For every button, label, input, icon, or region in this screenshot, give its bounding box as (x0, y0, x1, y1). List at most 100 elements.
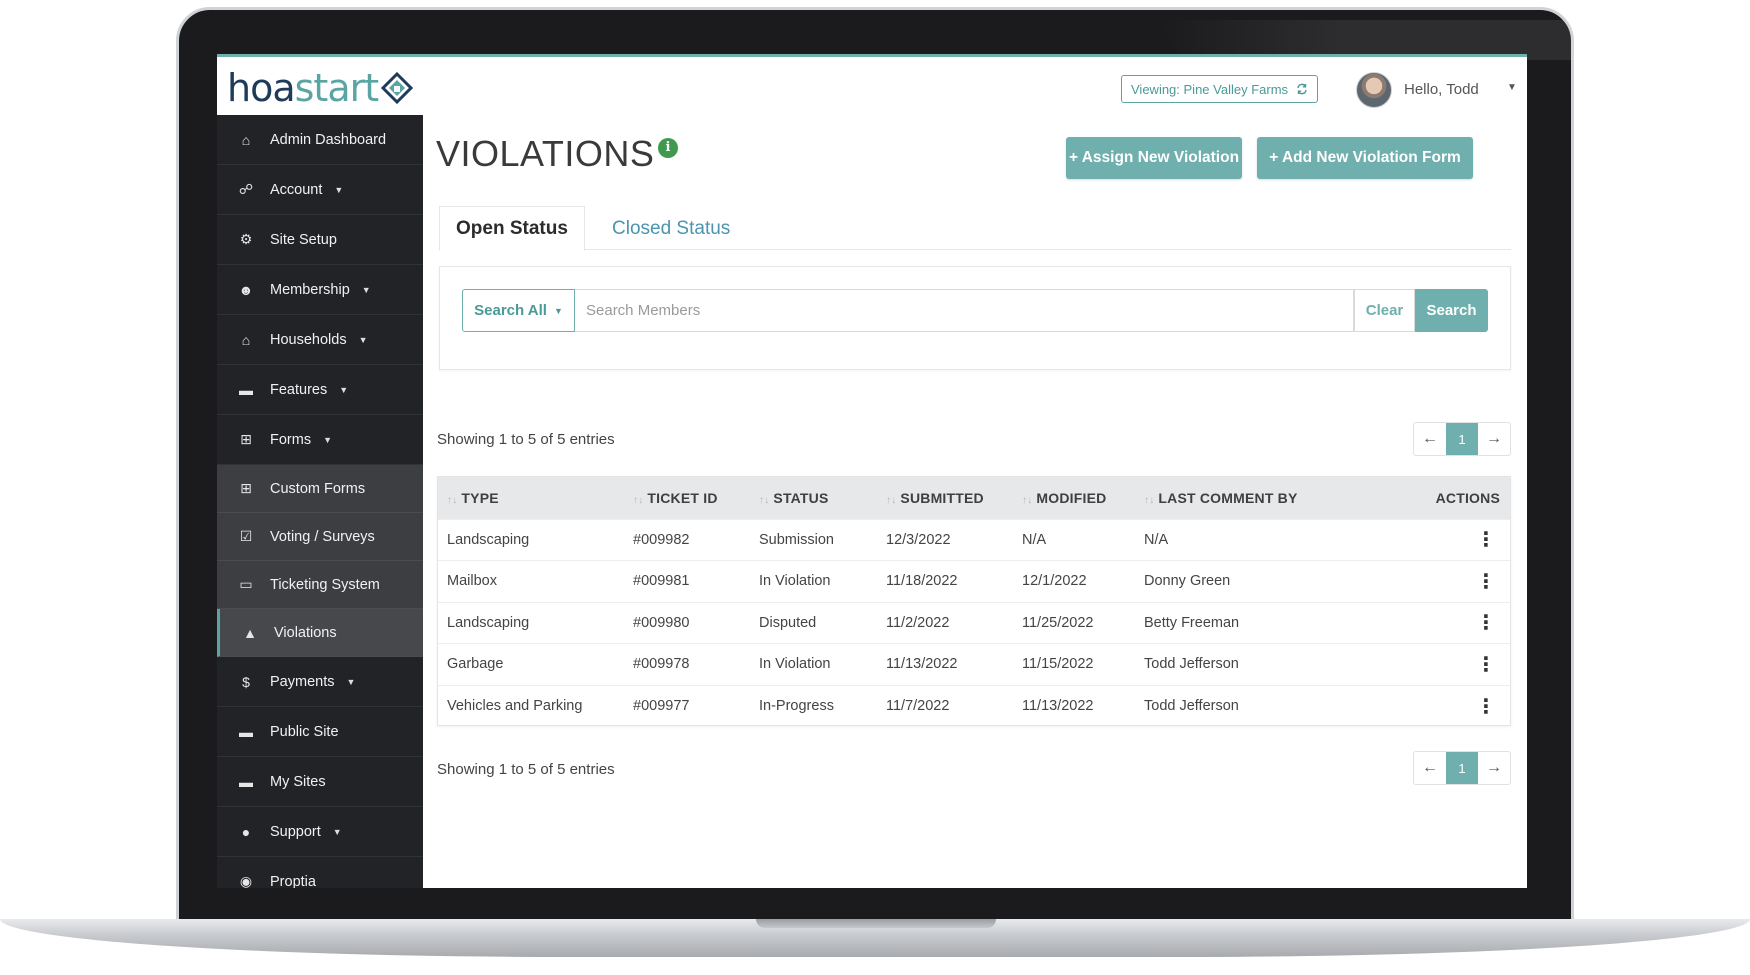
viewing-site-switcher[interactable]: Viewing: Pine Valley Farms (1121, 75, 1319, 103)
cell-status: In Violation (759, 656, 831, 673)
search-scope-dropdown[interactable]: Search All ▼ (462, 289, 575, 332)
home-icon: ⌂ (241, 331, 251, 348)
cell-status: In Violation (759, 573, 831, 590)
search-members-input[interactable] (575, 289, 1354, 332)
cell-type: Landscaping (447, 531, 530, 548)
window-icon: ▬ (239, 381, 253, 398)
cell-last-comment-by: Betty Freeman (1144, 614, 1240, 631)
info-icon[interactable]: i (658, 138, 678, 158)
laptop-notch (756, 919, 996, 928)
cell-modified: 11/15/2022 (1022, 656, 1094, 673)
prev-page-icon[interactable]: ← (1414, 752, 1446, 784)
page-number-current[interactable]: 1 (1446, 423, 1478, 455)
prev-page-icon[interactable]: ← (1414, 423, 1446, 455)
proptia-icon: ◉ (239, 873, 253, 888)
column-header-last-comment-by[interactable]: ↑↓ LAST COMMENT BY (1135, 477, 1345, 519)
user-greeting[interactable]: Hello, Todd (1404, 81, 1479, 98)
assign-new-violation-button[interactable]: + Assign New Violation (1066, 137, 1242, 179)
cell-modified: 11/25/2022 (1022, 614, 1094, 631)
next-page-icon[interactable]: → (1478, 423, 1510, 455)
clear-button[interactable]: Clear (1354, 289, 1415, 332)
warning-icon: ▲ (243, 624, 257, 641)
row-actions-kebab-icon[interactable]: ⋮ (1345, 685, 1510, 727)
tab-closed-status[interactable]: Closed Status (596, 206, 746, 251)
search-scope-label: Search All (474, 302, 547, 319)
cell-type: Vehicles and Parking (447, 698, 583, 714)
column-header-type[interactable]: ↑↓ TYPE (438, 477, 624, 519)
table-icon: ⊞ (240, 431, 252, 447)
table-row[interactable]: Vehicles and Parking #009977 In-Progress… (438, 685, 1510, 727)
column-header-submitted[interactable]: ↑↓ SUBMITTED (877, 477, 1013, 519)
search-button[interactable]: Search (1415, 289, 1488, 332)
row-actions-kebab-icon[interactable]: ⋮ (1345, 644, 1510, 686)
caret-down-icon: ▼ (339, 384, 349, 395)
sidebar-item-label: Public Site (270, 723, 339, 740)
sidebar-item-households[interactable]: ⌂ Households ▼ (217, 315, 423, 365)
table-icon: ⊞ (240, 480, 252, 496)
search-panel: Search All ▼ Clear Search (439, 266, 1511, 370)
table-row[interactable]: Landscaping #009982 Submission 12/3/2022… (438, 519, 1510, 561)
table-row[interactable]: Landscaping #009980 Disputed 11/2/2022 1… (438, 602, 1510, 644)
sort-icon: ↑↓ (1022, 494, 1033, 506)
cell-ticket-id: #009982 (633, 531, 690, 548)
table-row[interactable]: Mailbox #009981 In Violation 11/18/2022 … (438, 560, 1510, 603)
sidebar-item-label: Support (270, 823, 321, 840)
cell-last-comment-by: N/A (1144, 531, 1169, 548)
cell-type: Garbage (447, 656, 504, 673)
sidebar-item-payments[interactable]: $ Payments ▼ (217, 657, 423, 707)
sidebar-item-features[interactable]: ▬ Features ▼ (217, 365, 423, 415)
column-header-actions: ACTIONS (1435, 489, 1500, 506)
sidebar-item-label: Households (270, 331, 347, 348)
sort-asc-icon: ↑↓ (447, 494, 458, 506)
row-actions-kebab-icon[interactable]: ⋮ (1345, 519, 1510, 561)
column-header-status[interactable]: ↑↓ STATUS (750, 477, 877, 519)
cell-last-comment-by: Donny Green (1144, 573, 1231, 590)
sidebar-item-proptia[interactable]: ◉ Proptia (217, 857, 423, 888)
sidebar-item-label: Features (270, 381, 328, 398)
column-header-modified[interactable]: ↑↓ MODIFIED (1013, 477, 1135, 519)
pagination-top: ← 1 → (1413, 422, 1511, 456)
sidebar-item-membership[interactable]: ☻ Membership ▼ (217, 265, 423, 315)
chevron-down-icon[interactable]: ▼ (1507, 82, 1517, 93)
cell-status: In-Progress (759, 698, 834, 714)
window-icon: ▬ (239, 723, 253, 740)
sidebar-item-custom-forms[interactable]: ⊞ Custom Forms (217, 465, 423, 513)
dollar-icon: $ (242, 673, 250, 690)
add-new-violation-form-button[interactable]: + Add New Violation Form (1257, 137, 1473, 179)
sidebar-item-public-site[interactable]: ▬ Public Site (217, 707, 423, 757)
page-title: VIOLATIONS (436, 133, 655, 174)
sidebar-item-label: Proptia (270, 873, 316, 889)
sidebar-item-admin-dashboard[interactable]: ⌂ Admin Dashboard (217, 115, 423, 165)
info-icon: ● (241, 823, 251, 840)
sidebar-item-ticketing-system[interactable]: ▭ Ticketing System (217, 561, 423, 609)
sidebar-item-voting-surveys[interactable]: ☑ Voting / Surveys (217, 513, 423, 561)
gear-icon: ⚙ (239, 231, 253, 247)
column-header-ticket-id[interactable]: ↑↓ TICKET ID (624, 477, 750, 519)
cell-type: Mailbox (447, 573, 497, 590)
row-actions-kebab-icon[interactable]: ⋮ (1345, 602, 1510, 644)
sidebar-item-site-setup[interactable]: ⚙ Site Setup (217, 215, 423, 265)
cell-modified: 12/1/2022 (1022, 573, 1087, 590)
page-number-current[interactable]: 1 (1446, 752, 1478, 784)
sidebar-item-support[interactable]: ● Support ▼ (217, 807, 423, 857)
tab-open-status[interactable]: Open Status (439, 206, 585, 251)
table-row[interactable]: Garbage #009978 In Violation 11/13/2022 … (438, 643, 1510, 686)
caret-down-icon: ▼ (332, 826, 342, 837)
sidebar-item-my-sites[interactable]: ▬ My Sites (217, 757, 423, 807)
sidebar-item-violations[interactable]: ▲ Violations (217, 609, 423, 657)
logo-text: hoastart (227, 66, 379, 110)
status-tabs: Open Status Closed Status (439, 206, 1511, 251)
caret-down-icon: ▼ (358, 334, 368, 345)
hoastart-logo[interactable]: hoastart (227, 66, 414, 110)
sidebar-item-forms[interactable]: ⊞ Forms ▼ (217, 415, 423, 465)
users-icon: ☻ (238, 281, 254, 298)
next-page-icon[interactable]: → (1478, 752, 1510, 784)
sidebar-item-label: Account (270, 181, 323, 198)
sidebar-item-account[interactable]: ☍ Account ▼ (217, 165, 423, 215)
cell-submitted: 12/3/2022 (886, 531, 951, 548)
pagination-bottom: ← 1 → (1413, 751, 1511, 785)
row-actions-kebab-icon[interactable]: ⋮ (1345, 561, 1510, 603)
sort-icon: ↑↓ (633, 494, 644, 506)
cell-status: Disputed (759, 614, 817, 631)
avatar[interactable] (1356, 72, 1392, 108)
